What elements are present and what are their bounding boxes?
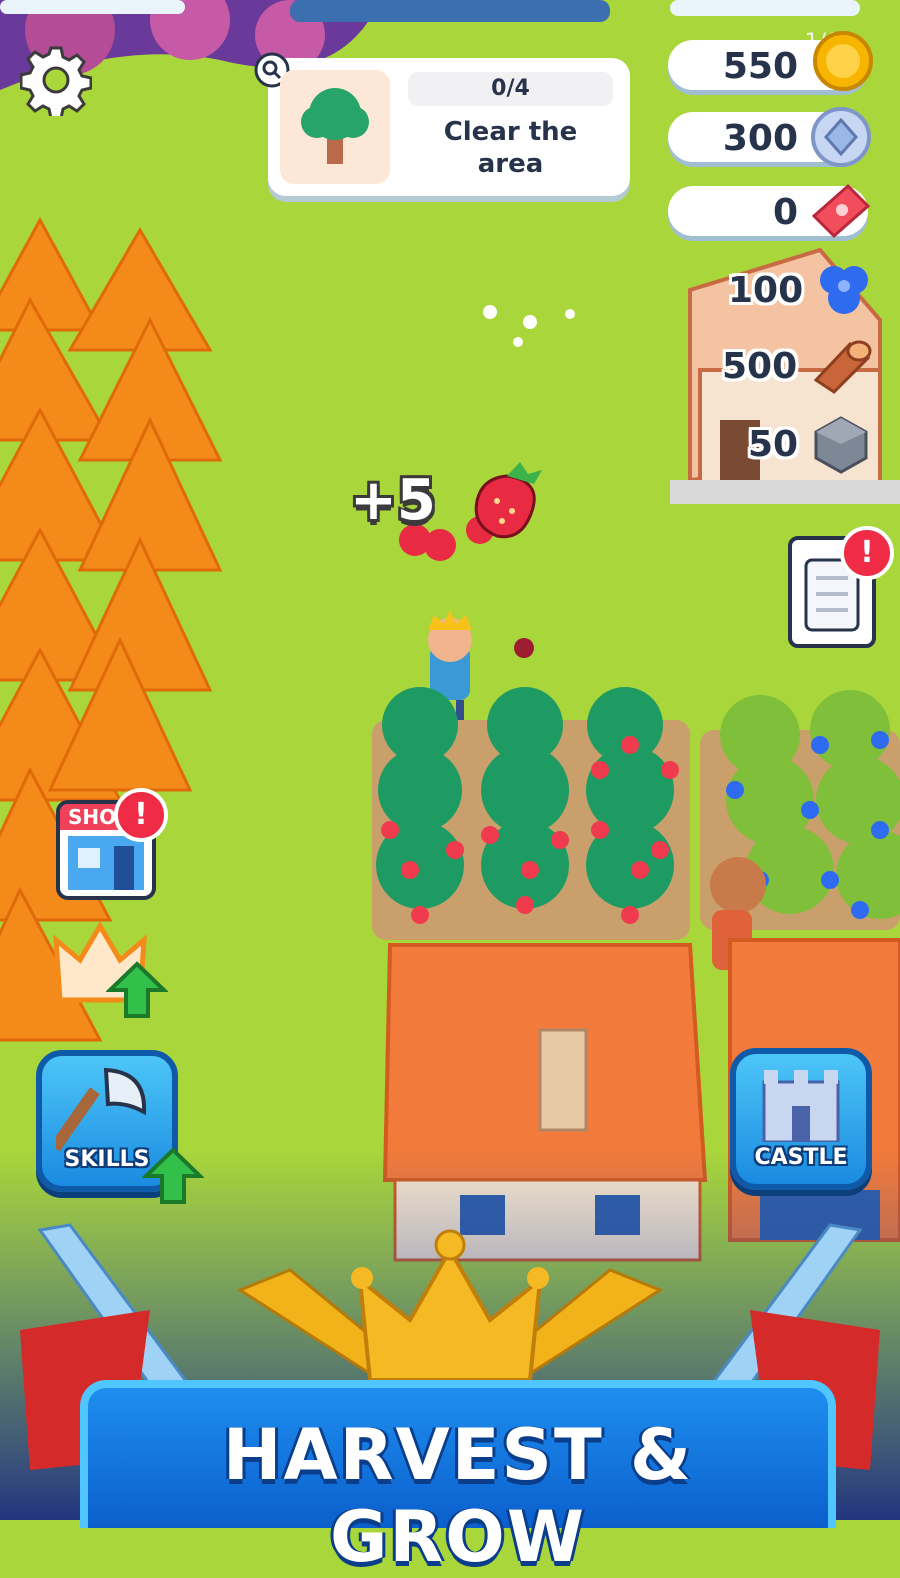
quest-card[interactable]: 0/4 Clear the area — [254, 52, 630, 196]
log-icon — [813, 340, 872, 394]
wood-value: 500 — [722, 346, 798, 387]
castle-icon — [762, 1070, 840, 1142]
gear-icon[interactable] — [20, 44, 92, 116]
shop-icon — [68, 836, 144, 890]
quest-text-line2: area — [477, 149, 544, 179]
blueberry-icon — [820, 266, 868, 314]
quest-text-line1: Clear the — [443, 117, 578, 147]
stone-icon — [814, 416, 868, 474]
arrow-up-icon — [106, 961, 168, 1018]
axe-icon — [56, 1067, 147, 1152]
tasks-alert-badge: ! — [840, 526, 894, 580]
gems-value: 300 — [722, 118, 798, 159]
castle-button[interactable]: CASTLE — [730, 1048, 872, 1190]
quest-description: Clear the area — [408, 116, 613, 180]
banner-title: HARVEST & GROW — [222, 1414, 694, 1578]
stone-value: 50 — [748, 424, 799, 465]
strawberry-icon — [474, 462, 542, 539]
quest-image — [280, 70, 390, 184]
ticket-icon — [811, 183, 871, 239]
promo-banner: HARVEST & GROW — [80, 1380, 836, 1578]
harvest-amount: +5 — [350, 468, 436, 533]
diamond-token-icon — [811, 107, 871, 167]
coin-icon — [813, 31, 873, 91]
coins-value: 550 — [722, 46, 798, 87]
tickets-value: 0 — [772, 192, 798, 233]
blueberries-value: 100 — [728, 270, 804, 311]
castle-label: CASTLE — [754, 1145, 848, 1170]
arrow-up-icon — [142, 1147, 204, 1204]
tree-icon — [301, 88, 369, 164]
shop-alert-badge: ! — [114, 788, 168, 842]
quest-progress: 0/4 — [408, 72, 613, 106]
